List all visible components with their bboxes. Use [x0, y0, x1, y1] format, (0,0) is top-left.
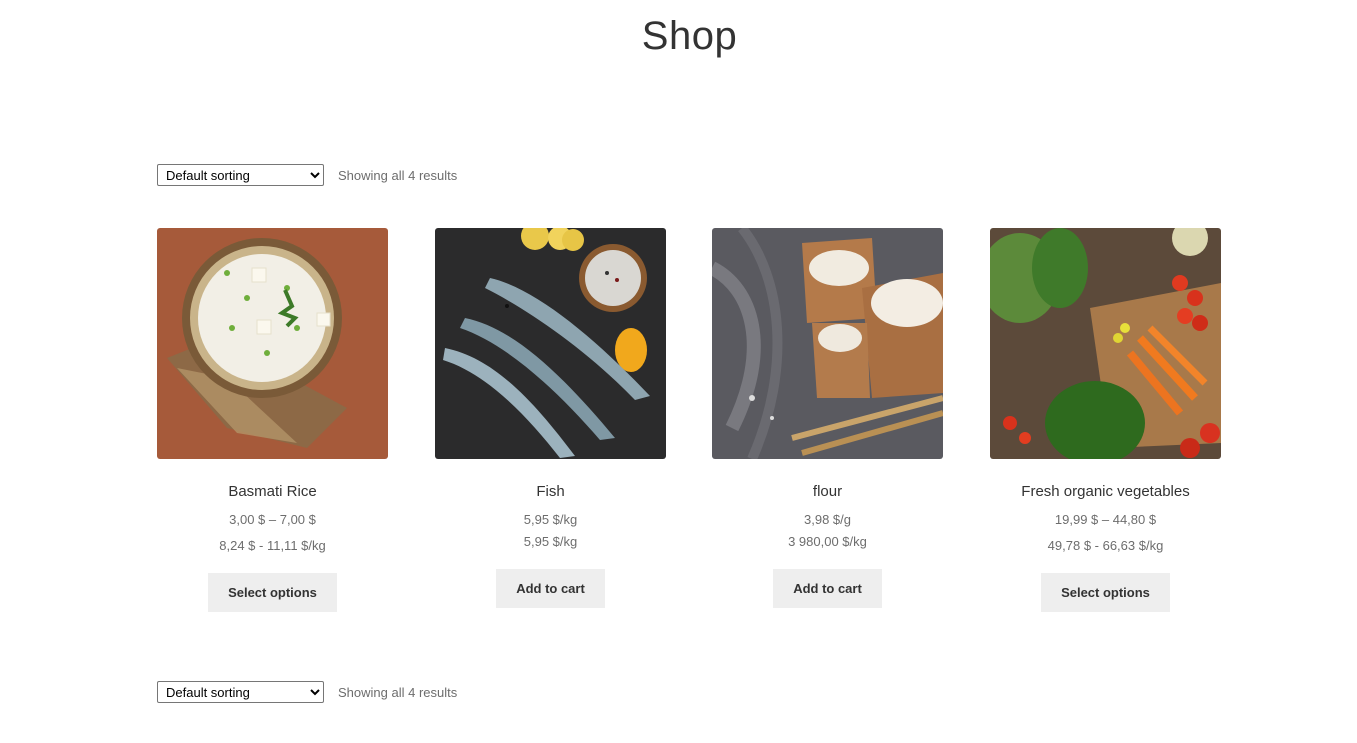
- product-unit-price: 8,24 $ - 11,11 $/kg: [219, 538, 326, 553]
- product-price: 5,95 $/kg: [523, 512, 578, 527]
- product-title[interactable]: Fish: [435, 483, 666, 501]
- product-price: 3,98 $/g: [804, 512, 851, 527]
- shop-toolbar-bottom: Default sorting Showing all 4 results: [157, 681, 457, 703]
- product-card: Fresh organic vegetables 19,99 $ – 44,80…: [990, 228, 1221, 612]
- sorting-select[interactable]: Default sorting: [157, 681, 324, 703]
- product-title[interactable]: Fresh organic vegetables: [990, 483, 1221, 501]
- select-options-button[interactable]: Select options: [1041, 573, 1170, 612]
- add-to-cart-button[interactable]: Add to cart: [496, 569, 605, 608]
- result-count: Showing all 4 results: [338, 684, 458, 700]
- product-price: 19,99 $ – 44,80 $: [1054, 512, 1157, 527]
- product-unit-price: 49,78 $ - 66,63 $/kg: [1047, 538, 1164, 553]
- product-unit-price: 5,95 $/kg: [523, 534, 578, 549]
- add-to-cart-button[interactable]: Add to cart: [773, 569, 882, 608]
- product-image-basmati-rice[interactable]: [157, 228, 388, 459]
- shop-toolbar-top: Default sorting Showing all 4 results: [157, 164, 457, 186]
- product-card: flour 3,98 $/g 3 980,00 $/kg Add to cart: [712, 228, 943, 608]
- product-unit-price: 3 980,00 $/kg: [788, 534, 867, 549]
- product-image-flour[interactable]: [712, 228, 943, 459]
- product-title[interactable]: flour: [712, 483, 943, 501]
- product-card: Fish 5,95 $/kg 5,95 $/kg Add to cart: [435, 228, 666, 608]
- product-image-fresh-organic-vegetables[interactable]: [990, 228, 1221, 459]
- result-count: Showing all 4 results: [338, 167, 458, 183]
- product-card: Basmati Rice 3,00 $ – 7,00 $ 8,24 $ - 11…: [157, 228, 388, 612]
- sorting-select[interactable]: Default sorting: [157, 164, 324, 186]
- page-title: Shop: [641, 14, 738, 58]
- product-grid: Basmati Rice 3,00 $ – 7,00 $ 8,24 $ - 11…: [157, 228, 1221, 628]
- product-price: 3,00 $ – 7,00 $: [229, 512, 316, 527]
- product-image-fish[interactable]: [435, 228, 666, 459]
- product-title[interactable]: Basmati Rice: [157, 483, 388, 501]
- select-options-button[interactable]: Select options: [208, 573, 337, 612]
